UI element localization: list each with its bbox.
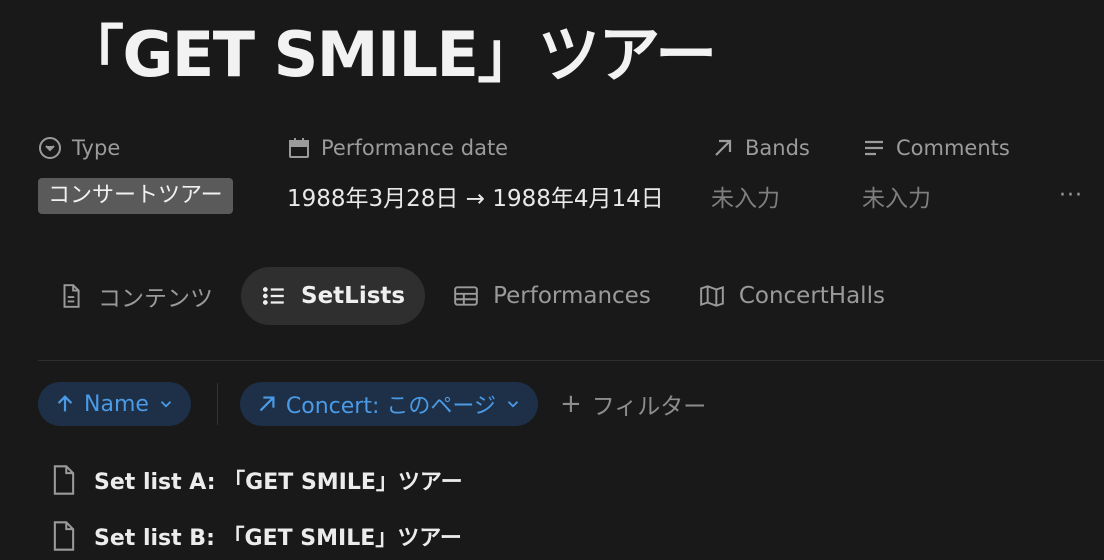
table-icon (454, 286, 478, 306)
document-icon (53, 465, 75, 495)
tab-performances[interactable]: Performances (433, 267, 671, 325)
list-item[interactable]: Set list B: 「GET SMILE」ツアー (50, 508, 463, 560)
tab-contents-label: コンテンツ (98, 286, 213, 312)
property-bands-value[interactable]: 未入力 (711, 178, 780, 214)
property-date-header[interactable]: Performance date (287, 133, 508, 163)
page-root: 「GET SMILE」ツアー Type コンサートツアー Performance… (0, 0, 1104, 560)
filter-separator (216, 383, 218, 425)
chevron-circle-icon (39, 137, 61, 159)
property-comments-label: Comments (896, 136, 1010, 160)
chevron-down-icon (507, 401, 519, 408)
property-comments-value[interactable]: 未入力 (862, 178, 931, 214)
property-bands-label: Bands (745, 136, 810, 160)
tab-contents[interactable]: コンテンツ (38, 267, 233, 325)
document-icon (63, 284, 80, 308)
tab-setlists-label: SetLists (301, 283, 406, 309)
more-options-icon[interactable]: ··· (1058, 180, 1084, 210)
setlist-list: Set list A: 「GET SMILE」ツアー Set list B: 「… (50, 452, 463, 560)
relation-filter-label: Concert: このページ (285, 394, 496, 419)
filter-bar: Name Concert: このページ + フィルター (38, 382, 706, 426)
property-type-header[interactable]: Type (38, 133, 120, 163)
list-item-label: Set list B: 「GET SMILE」ツアー (94, 526, 462, 551)
property-type-value[interactable]: コンサートツアー (38, 178, 233, 214)
tab-concerthalls-label: ConcertHalls (738, 283, 885, 309)
plus-icon: + (559, 389, 582, 419)
arrow-up-right-icon (259, 396, 275, 412)
property-date-label: Performance date (321, 136, 509, 160)
list-item[interactable]: Set list A: 「GET SMILE」ツアー (50, 452, 463, 508)
sort-chip-label: Name (84, 391, 149, 417)
list-icon (262, 287, 284, 305)
tab-performances-label: Performances (493, 283, 651, 309)
arrow-up-icon (57, 395, 73, 412)
type-tag: コンサートツアー (38, 178, 233, 214)
arrow-up-right-icon (715, 139, 732, 156)
divider (38, 360, 1104, 361)
relation-filter-chip[interactable]: Concert: このページ (239, 382, 538, 426)
properties-panel: Type コンサートツアー Performance date 1988年3月28… (0, 0, 1104, 240)
lines-icon (865, 140, 883, 156)
document-icon (53, 521, 75, 551)
list-item-label: Set list A: 「GET SMILE」ツアー (94, 470, 463, 495)
sort-chip[interactable]: Name (38, 382, 191, 426)
view-tabs: コンテンツ SetLists Performances ConcertHalls (38, 267, 913, 325)
tab-setlists[interactable]: SetLists (241, 267, 426, 325)
property-bands-header[interactable]: Bands (711, 133, 810, 163)
chevron-down-icon (160, 401, 172, 408)
tab-concerthalls[interactable]: ConcertHalls (679, 267, 905, 325)
map-icon (700, 285, 724, 307)
property-date-value[interactable]: 1988年3月28日 → 1988年4月14日 (287, 178, 664, 214)
add-filter-button[interactable]: + フィルター (560, 387, 706, 421)
calendar-icon (289, 138, 309, 158)
add-filter-label: フィルター (591, 394, 707, 420)
property-type-label: Type (72, 136, 121, 160)
property-comments-header[interactable]: Comments (862, 133, 1010, 163)
